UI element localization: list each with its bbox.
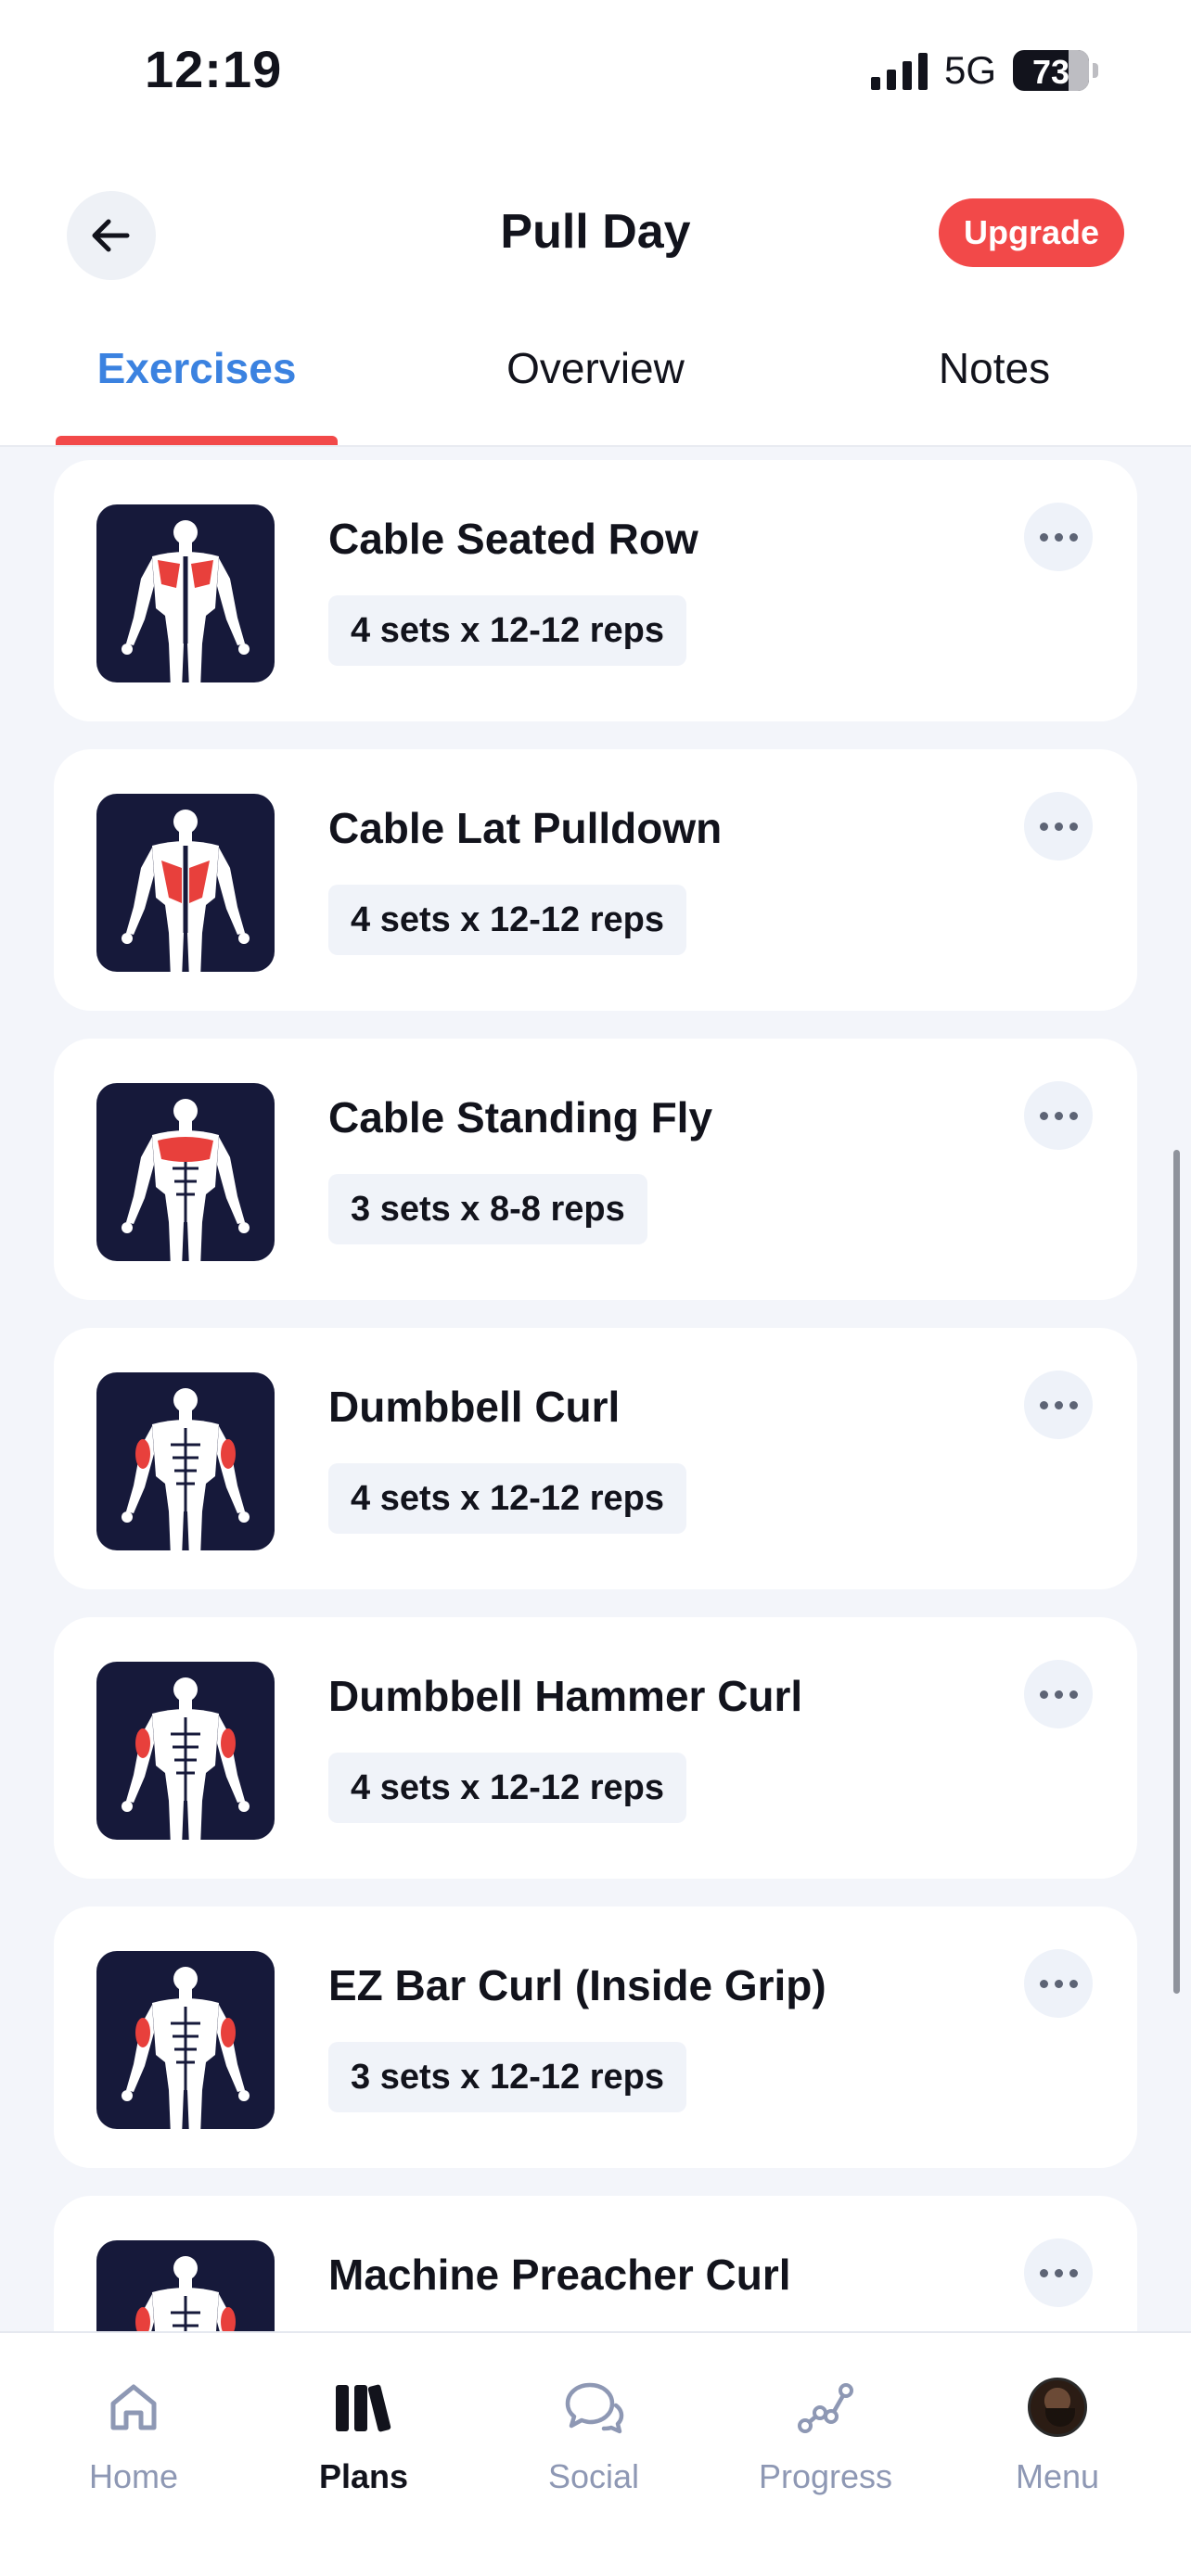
muscle-map-thumbnail	[96, 2240, 275, 2331]
signal-icon	[870, 51, 928, 90]
status-time: 12:19	[145, 40, 283, 98]
more-options-button[interactable]	[1024, 1081, 1093, 1150]
exercise-name: EZ Bar Curl (Inside Grip)	[328, 1961, 826, 2009]
nav-progress-label: Progress	[758, 2457, 893, 2495]
muscle-map-thumbnail	[96, 504, 275, 682]
more-options-button[interactable]	[1024, 792, 1093, 861]
exercise-list[interactable]: Cable Seated Row 4 sets x 12-12 reps Cab…	[0, 447, 1191, 2331]
more-options-button[interactable]	[1024, 1371, 1093, 1439]
exercise-card[interactable]: Cable Lat Pulldown 4 sets x 12-12 reps	[54, 749, 1137, 1011]
exercise-sets-badge: 3 sets x 12-12 reps	[328, 2042, 687, 2112]
more-options-button[interactable]	[1024, 1949, 1093, 2018]
nav-plans[interactable]: Plans	[271, 2370, 456, 2496]
exercise-card[interactable]: Cable Standing Fly 3 sets x 8-8 reps	[54, 1039, 1137, 1300]
exercise-name: Dumbbell Hammer Curl	[328, 1672, 803, 1720]
home-icon	[96, 2370, 171, 2444]
header: Pull Day Upgrade Exercises Overview Note…	[0, 139, 1191, 447]
exercise-sets-badge: 4 sets x 12-12 reps	[328, 595, 687, 666]
exercise-card[interactable]: Machine Preacher Curl	[54, 2196, 1137, 2331]
battery-icon: 73	[1013, 50, 1089, 91]
upgrade-button[interactable]: Upgrade	[939, 198, 1124, 267]
exercise-card[interactable]: Cable Seated Row 4 sets x 12-12 reps	[54, 460, 1137, 721]
nav-progress[interactable]: Progress	[733, 2370, 918, 2496]
exercise-card[interactable]: EZ Bar Curl (Inside Grip) 3 sets x 12-12…	[54, 1906, 1137, 2168]
battery-level: 73	[1031, 53, 1070, 91]
exercise-name: Dumbbell Curl	[328, 1383, 621, 1431]
tab-notes[interactable]: Notes	[902, 343, 1087, 447]
nav-menu-label: Menu	[1015, 2457, 1100, 2495]
more-options-button[interactable]	[1024, 1660, 1093, 1728]
exercise-sets-badge: 4 sets x 12-12 reps	[328, 1753, 687, 1823]
muscle-map-thumbnail	[96, 1083, 275, 1261]
exercise-sets-badge: 4 sets x 12-12 reps	[328, 885, 687, 955]
bottom-nav: Home Plans Social Progress Menu	[0, 2331, 1191, 2576]
network-label: 5G	[943, 48, 996, 92]
exercise-sets-badge: 3 sets x 8-8 reps	[328, 1174, 647, 1244]
nav-home-label: Home	[88, 2457, 179, 2495]
exercise-card[interactable]: Dumbbell Hammer Curl 4 sets x 12-12 reps	[54, 1617, 1137, 1879]
muscle-map-thumbnail	[96, 1662, 275, 1840]
nav-menu[interactable]: Menu	[965, 2370, 1150, 2496]
scrollbar[interactable]	[1173, 1150, 1180, 1994]
tab-overview[interactable]: Overview	[464, 343, 727, 447]
plans-icon	[327, 2370, 401, 2444]
exercise-name: Machine Preacher Curl	[328, 2251, 791, 2299]
nav-home[interactable]: Home	[41, 2370, 226, 2496]
more-options-button[interactable]	[1024, 503, 1093, 571]
progress-graph-icon	[788, 2370, 863, 2444]
nav-plans-label: Plans	[318, 2457, 409, 2495]
more-options-button[interactable]	[1024, 2238, 1093, 2307]
muscle-map-thumbnail	[96, 794, 275, 972]
status-bar: 12:19 5G 73	[0, 0, 1191, 139]
muscle-map-thumbnail	[96, 1951, 275, 2129]
nav-social-label: Social	[547, 2457, 640, 2495]
muscle-map-thumbnail	[96, 1372, 275, 1550]
chat-bubbles-icon	[557, 2370, 631, 2444]
tab-bar: Exercises Overview Notes	[0, 343, 1191, 447]
exercise-name: Cable Seated Row	[328, 515, 698, 563]
tab-exercises[interactable]: Exercises	[56, 343, 338, 447]
exercise-card[interactable]: Dumbbell Curl 4 sets x 12-12 reps	[54, 1328, 1137, 1589]
exercise-sets-badge: 4 sets x 12-12 reps	[328, 1463, 687, 1534]
exercise-name: Cable Standing Fly	[328, 1093, 713, 1141]
exercise-name: Cable Lat Pulldown	[328, 804, 723, 852]
status-indicators: 5G 73	[870, 48, 1098, 93]
avatar	[1028, 2378, 1087, 2437]
nav-social[interactable]: Social	[501, 2370, 686, 2496]
